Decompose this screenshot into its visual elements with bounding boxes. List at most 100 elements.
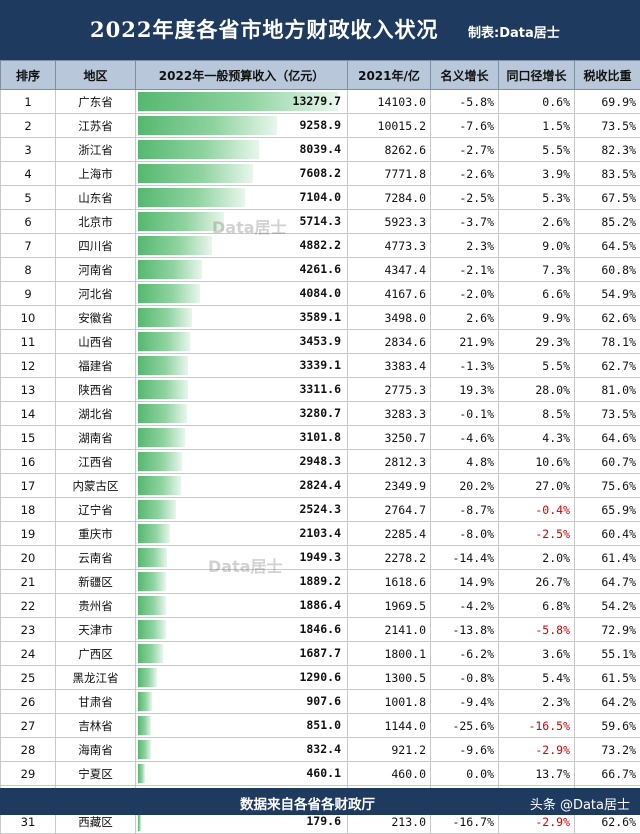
cell-same: 27.0% — [499, 474, 575, 498]
cell-rev2021: 4347.4 — [348, 258, 431, 282]
revenue-2022-value: 1687.7 — [299, 642, 341, 665]
cell-region: 湖南省 — [56, 426, 136, 450]
table-row: 7四川省4882.24773.32.3%9.0%64.5% — [1, 234, 640, 258]
cell-tax: 60.4% — [575, 522, 640, 546]
table-row: 13陕西省3311.62775.319.3%28.0%81.0% — [1, 378, 640, 402]
revenue-2022-value: 5714.3 — [299, 210, 341, 233]
bar-cell: 1846.6 — [136, 618, 348, 642]
revenue-2022-value: 851.0 — [306, 714, 341, 737]
cell-rev2021: 1144.0 — [348, 714, 431, 738]
cell-tax: 78.1% — [575, 330, 640, 354]
cell-nominal: -1.3% — [431, 354, 499, 378]
cell-nominal: -2.0% — [431, 282, 499, 306]
revenue-2022-value: 1886.4 — [299, 594, 341, 617]
cell-region: 天津市 — [56, 618, 136, 642]
cell-nominal: -0.8% — [431, 666, 499, 690]
cell-same: 2.3% — [499, 690, 575, 714]
table-row: 12福建省3339.13383.4-1.3%5.5%62.7% — [1, 354, 640, 378]
bar-cell: 8039.4 — [136, 138, 348, 162]
cell-same: 1.5% — [499, 114, 575, 138]
cell-rev2021: 8262.6 — [348, 138, 431, 162]
credit-label: 头条 @Data居士 — [530, 794, 630, 813]
cell-tax: 55.1% — [575, 642, 640, 666]
cell-rank: 11 — [1, 330, 56, 354]
cell-rank: 8 — [1, 258, 56, 282]
bar-cell: 13279.7 — [136, 90, 348, 114]
cell-region: 河北省 — [56, 282, 136, 306]
table-body: 1广东省13279.714103.0-5.8%0.6%69.9%2江苏省9258… — [1, 90, 640, 834]
cell-tax: 64.2% — [575, 690, 640, 714]
cell-region: 山东省 — [56, 186, 136, 210]
cell-nominal: -4.6% — [431, 426, 499, 450]
cell-rev2021: 10015.2 — [348, 114, 431, 138]
table-row: 6北京市5714.35923.3-3.7%2.6%85.2% — [1, 210, 640, 234]
table-row: 16江西省2948.32812.34.8%10.6%60.7% — [1, 450, 640, 474]
bar-cell: 1687.7 — [136, 642, 348, 666]
page-title: 2022年度各省市地方财政收入状况 — [90, 14, 438, 44]
bar-cell: 9258.9 — [136, 114, 348, 138]
column-header-rev2021: 2021年/亿 — [348, 61, 431, 90]
cell-same: 29.3% — [499, 330, 575, 354]
cell-region: 安徽省 — [56, 306, 136, 330]
cell-region: 云南省 — [56, 546, 136, 570]
bar-cell: 907.6 — [136, 690, 348, 714]
cell-rank: 19 — [1, 522, 56, 546]
cell-nominal: -2.6% — [431, 162, 499, 186]
cell-rev2021: 2812.3 — [348, 450, 431, 474]
cell-rank: 26 — [1, 690, 56, 714]
bar-cell: 2824.4 — [136, 474, 348, 498]
cell-rank: 22 — [1, 594, 56, 618]
column-header-rev2022: 2022年一般预算收入（亿元） — [136, 61, 348, 90]
cell-nominal: -8.0% — [431, 522, 499, 546]
bar-cell: 2948.3 — [136, 450, 348, 474]
cell-rank: 10 — [1, 306, 56, 330]
cell-tax: 60.8% — [575, 258, 640, 282]
revenue-bar — [138, 644, 163, 663]
table-row: 4上海市7608.27771.8-2.6%3.9%83.5% — [1, 162, 640, 186]
table-row: 15湖南省3101.83250.7-4.6%4.3%64.6% — [1, 426, 640, 450]
cell-nominal: -0.1% — [431, 402, 499, 426]
cell-rev2021: 7284.0 — [348, 186, 431, 210]
table-row: 21新疆区1889.21618.614.9%26.7%64.7% — [1, 570, 640, 594]
revenue-bar — [138, 500, 176, 519]
cell-region: 四川省 — [56, 234, 136, 258]
revenue-bar — [138, 548, 167, 567]
cell-tax: 64.6% — [575, 426, 640, 450]
cell-tax: 73.5% — [575, 114, 640, 138]
revenue-bar — [138, 236, 212, 255]
cell-region: 新疆区 — [56, 570, 136, 594]
revenue-bar — [138, 260, 202, 279]
cell-tax: 75.6% — [575, 474, 640, 498]
cell-rank: 15 — [1, 426, 56, 450]
cell-nominal: -14.4% — [431, 546, 499, 570]
revenue-2022-value: 7104.0 — [299, 186, 341, 209]
table-row: 28海南省832.4921.2-9.6%-2.9%73.2% — [1, 738, 640, 762]
cell-nominal: 14.9% — [431, 570, 499, 594]
cell-tax: 61.5% — [575, 666, 640, 690]
revenue-bar — [138, 308, 192, 327]
cell-same: 26.7% — [499, 570, 575, 594]
cell-nominal: -3.7% — [431, 210, 499, 234]
revenue-bar — [138, 164, 253, 183]
bar-cell: 3589.1 — [136, 306, 348, 330]
cell-rank: 6 — [1, 210, 56, 234]
cell-region: 北京市 — [56, 210, 136, 234]
bar-cell: 3453.9 — [136, 330, 348, 354]
cell-tax: 66.7% — [575, 762, 640, 786]
revenue-2022-value: 3589.1 — [299, 306, 341, 329]
bar-cell: 5714.3 — [136, 210, 348, 234]
cell-same: 5.5% — [499, 354, 575, 378]
cell-region: 重庆市 — [56, 522, 136, 546]
cell-same: 2.0% — [499, 546, 575, 570]
cell-rank: 1 — [1, 90, 56, 114]
cell-tax: 67.5% — [575, 186, 640, 210]
cell-same: 28.0% — [499, 378, 575, 402]
cell-tax: 72.9% — [575, 618, 640, 642]
cell-nominal: -25.6% — [431, 714, 499, 738]
title-bar: 2022年度各省市地方财政收入状况 制表:Data居士 — [0, 0, 640, 60]
cell-rev2021: 921.2 — [348, 738, 431, 762]
bar-cell: 3280.7 — [136, 402, 348, 426]
table-row: 2江苏省9258.910015.2-7.6%1.5%73.5% — [1, 114, 640, 138]
revenue-bar — [138, 476, 181, 495]
cell-rev2021: 2278.2 — [348, 546, 431, 570]
